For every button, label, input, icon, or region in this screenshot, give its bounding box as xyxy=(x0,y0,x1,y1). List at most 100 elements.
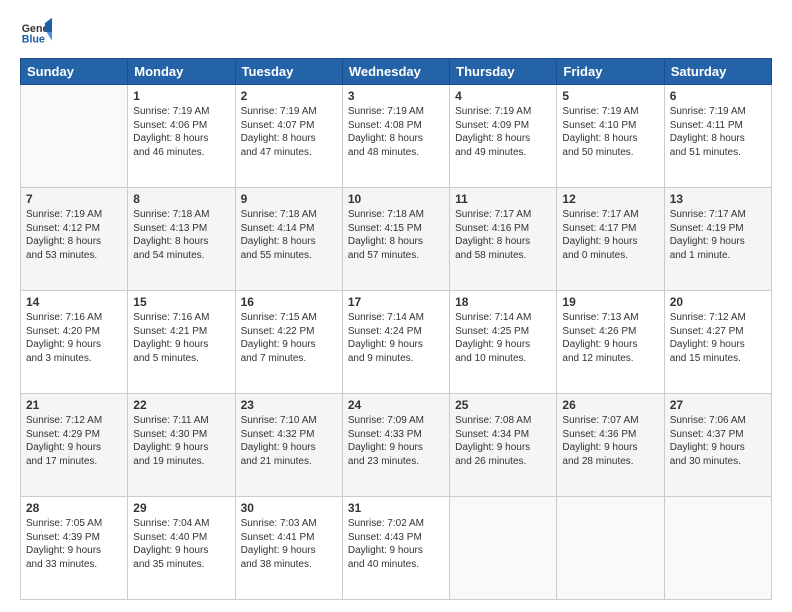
calendar-cell: 21 Sunrise: 7:12 AM Sunset: 4:29 PM Dayli… xyxy=(21,394,128,497)
day-number: 22 xyxy=(133,398,229,412)
day-number: 15 xyxy=(133,295,229,309)
cell-content: Sunrise: 7:17 AM Sunset: 4:16 PM Dayligh… xyxy=(455,208,551,262)
day-number: 3 xyxy=(348,89,444,103)
cell-content: Sunrise: 7:17 AM Sunset: 4:17 PM Dayligh… xyxy=(562,208,658,262)
day-number: 24 xyxy=(348,398,444,412)
calendar-cell: 19 Sunrise: 7:13 AM Sunset: 4:26 PM Dayli… xyxy=(557,291,664,394)
calendar-table: SundayMondayTuesdayWednesdayThursdayFrid… xyxy=(20,58,772,600)
calendar-cell: 27 Sunrise: 7:06 AM Sunset: 4:37 PM Dayli… xyxy=(664,394,771,497)
calendar-cell: 12Sunrise: 7:17 AM Sunset: 4:17 PM Dayli… xyxy=(557,188,664,291)
calendar-cell: 13 Sunrise: 7:17 AM Sunset: 4:19 PM Dayli… xyxy=(664,188,771,291)
weekday-header: Sunday xyxy=(21,59,128,85)
cell-content: Sunrise: 7:19 AM Sunset: 4:06 PM Dayligh… xyxy=(133,105,229,159)
cell-content: Sunrise: 7:05 AM Sunset: 4:39 PM Dayligh… xyxy=(26,517,122,571)
day-number: 6 xyxy=(670,89,766,103)
cell-content: Sunrise: 7:15 AM Sunset: 4:22 PM Dayligh… xyxy=(241,311,337,365)
cell-content: Sunrise: 7:09 AM Sunset: 4:33 PM Dayligh… xyxy=(348,414,444,468)
day-number: 30 xyxy=(241,501,337,515)
cell-content: Sunrise: 7:19 AM Sunset: 4:12 PM Dayligh… xyxy=(26,208,122,262)
cell-content: Sunrise: 7:19 AM Sunset: 4:07 PM Dayligh… xyxy=(241,105,337,159)
weekday-header: Thursday xyxy=(450,59,557,85)
calendar-header-row: SundayMondayTuesdayWednesdayThursdayFrid… xyxy=(21,59,772,85)
calendar-week-row: 21 Sunrise: 7:12 AM Sunset: 4:29 PM Dayli… xyxy=(21,394,772,497)
calendar-cell: 25 Sunrise: 7:08 AM Sunset: 4:34 PM Dayli… xyxy=(450,394,557,497)
logo: General Blue xyxy=(20,16,56,48)
cell-content: Sunrise: 7:06 AM Sunset: 4:37 PM Dayligh… xyxy=(670,414,766,468)
cell-content: Sunrise: 7:02 AM Sunset: 4:43 PM Dayligh… xyxy=(348,517,444,571)
calendar-cell: 5Sunrise: 7:19 AM Sunset: 4:10 PM Daylig… xyxy=(557,85,664,188)
calendar-cell: 28 Sunrise: 7:05 AM Sunset: 4:39 PM Dayli… xyxy=(21,497,128,600)
calendar-cell: 9Sunrise: 7:18 AM Sunset: 4:14 PM Daylig… xyxy=(235,188,342,291)
cell-content: Sunrise: 7:17 AM Sunset: 4:19 PM Dayligh… xyxy=(670,208,766,262)
day-number: 23 xyxy=(241,398,337,412)
calendar-cell: 8 Sunrise: 7:18 AM Sunset: 4:13 PM Daylig… xyxy=(128,188,235,291)
day-number: 19 xyxy=(562,295,658,309)
cell-content: Sunrise: 7:16 AM Sunset: 4:21 PM Dayligh… xyxy=(133,311,229,365)
calendar-cell xyxy=(21,85,128,188)
calendar-cell: 14 Sunrise: 7:16 AM Sunset: 4:20 PM Dayli… xyxy=(21,291,128,394)
calendar-week-row: 28 Sunrise: 7:05 AM Sunset: 4:39 PM Dayli… xyxy=(21,497,772,600)
day-number: 8 xyxy=(133,192,229,206)
calendar-week-row: 7 Sunrise: 7:19 AM Sunset: 4:12 PM Daylig… xyxy=(21,188,772,291)
page: General Blue SundayMondayTuesdayWednesda… xyxy=(0,0,792,612)
header: General Blue xyxy=(20,16,772,48)
calendar-cell: 11 Sunrise: 7:17 AM Sunset: 4:16 PM Dayli… xyxy=(450,188,557,291)
cell-content: Sunrise: 7:04 AM Sunset: 4:40 PM Dayligh… xyxy=(133,517,229,571)
weekday-header: Wednesday xyxy=(342,59,449,85)
cell-content: Sunrise: 7:12 AM Sunset: 4:29 PM Dayligh… xyxy=(26,414,122,468)
day-number: 2 xyxy=(241,89,337,103)
cell-content: Sunrise: 7:13 AM Sunset: 4:26 PM Dayligh… xyxy=(562,311,658,365)
weekday-header: Monday xyxy=(128,59,235,85)
calendar-cell: 2 Sunrise: 7:19 AM Sunset: 4:07 PM Daylig… xyxy=(235,85,342,188)
calendar-week-row: 1Sunrise: 7:19 AM Sunset: 4:06 PM Daylig… xyxy=(21,85,772,188)
day-number: 31 xyxy=(348,501,444,515)
cell-content: Sunrise: 7:10 AM Sunset: 4:32 PM Dayligh… xyxy=(241,414,337,468)
day-number: 4 xyxy=(455,89,551,103)
cell-content: Sunrise: 7:14 AM Sunset: 4:24 PM Dayligh… xyxy=(348,311,444,365)
calendar-cell xyxy=(450,497,557,600)
calendar-cell: 3 Sunrise: 7:19 AM Sunset: 4:08 PM Daylig… xyxy=(342,85,449,188)
day-number: 17 xyxy=(348,295,444,309)
calendar-cell xyxy=(664,497,771,600)
calendar-cell: 26Sunrise: 7:07 AM Sunset: 4:36 PM Dayli… xyxy=(557,394,664,497)
calendar-cell: 23 Sunrise: 7:10 AM Sunset: 4:32 PM Dayli… xyxy=(235,394,342,497)
cell-content: Sunrise: 7:19 AM Sunset: 4:10 PM Dayligh… xyxy=(562,105,658,159)
cell-content: Sunrise: 7:18 AM Sunset: 4:14 PM Dayligh… xyxy=(241,208,337,262)
calendar-cell: 7 Sunrise: 7:19 AM Sunset: 4:12 PM Daylig… xyxy=(21,188,128,291)
day-number: 16 xyxy=(241,295,337,309)
cell-content: Sunrise: 7:14 AM Sunset: 4:25 PM Dayligh… xyxy=(455,311,551,365)
cell-content: Sunrise: 7:03 AM Sunset: 4:41 PM Dayligh… xyxy=(241,517,337,571)
cell-content: Sunrise: 7:07 AM Sunset: 4:36 PM Dayligh… xyxy=(562,414,658,468)
day-number: 20 xyxy=(670,295,766,309)
calendar-cell: 1Sunrise: 7:19 AM Sunset: 4:06 PM Daylig… xyxy=(128,85,235,188)
day-number: 29 xyxy=(133,501,229,515)
cell-content: Sunrise: 7:11 AM Sunset: 4:30 PM Dayligh… xyxy=(133,414,229,468)
calendar-cell: 15 Sunrise: 7:16 AM Sunset: 4:21 PM Dayli… xyxy=(128,291,235,394)
weekday-header: Friday xyxy=(557,59,664,85)
day-number: 27 xyxy=(670,398,766,412)
day-number: 28 xyxy=(26,501,122,515)
day-number: 13 xyxy=(670,192,766,206)
calendar-cell: 17 Sunrise: 7:14 AM Sunset: 4:24 PM Dayli… xyxy=(342,291,449,394)
weekday-header: Tuesday xyxy=(235,59,342,85)
cell-content: Sunrise: 7:08 AM Sunset: 4:34 PM Dayligh… xyxy=(455,414,551,468)
day-number: 11 xyxy=(455,192,551,206)
calendar-cell: 29 Sunrise: 7:04 AM Sunset: 4:40 PM Dayli… xyxy=(128,497,235,600)
cell-content: Sunrise: 7:19 AM Sunset: 4:08 PM Dayligh… xyxy=(348,105,444,159)
weekday-header: Saturday xyxy=(664,59,771,85)
calendar-cell: 10Sunrise: 7:18 AM Sunset: 4:15 PM Dayli… xyxy=(342,188,449,291)
calendar-cell: 18Sunrise: 7:14 AM Sunset: 4:25 PM Dayli… xyxy=(450,291,557,394)
svg-text:Blue: Blue xyxy=(22,34,45,46)
cell-content: Sunrise: 7:19 AM Sunset: 4:11 PM Dayligh… xyxy=(670,105,766,159)
day-number: 7 xyxy=(26,192,122,206)
cell-content: Sunrise: 7:18 AM Sunset: 4:13 PM Dayligh… xyxy=(133,208,229,262)
calendar-cell: 4Sunrise: 7:19 AM Sunset: 4:09 PM Daylig… xyxy=(450,85,557,188)
logo-icon: General Blue xyxy=(20,16,52,48)
calendar-cell: 30 Sunrise: 7:03 AM Sunset: 4:41 PM Dayli… xyxy=(235,497,342,600)
day-number: 14 xyxy=(26,295,122,309)
calendar-cell: 16 Sunrise: 7:15 AM Sunset: 4:22 PM Dayli… xyxy=(235,291,342,394)
day-number: 25 xyxy=(455,398,551,412)
cell-content: Sunrise: 7:12 AM Sunset: 4:27 PM Dayligh… xyxy=(670,311,766,365)
cell-content: Sunrise: 7:16 AM Sunset: 4:20 PM Dayligh… xyxy=(26,311,122,365)
day-number: 21 xyxy=(26,398,122,412)
